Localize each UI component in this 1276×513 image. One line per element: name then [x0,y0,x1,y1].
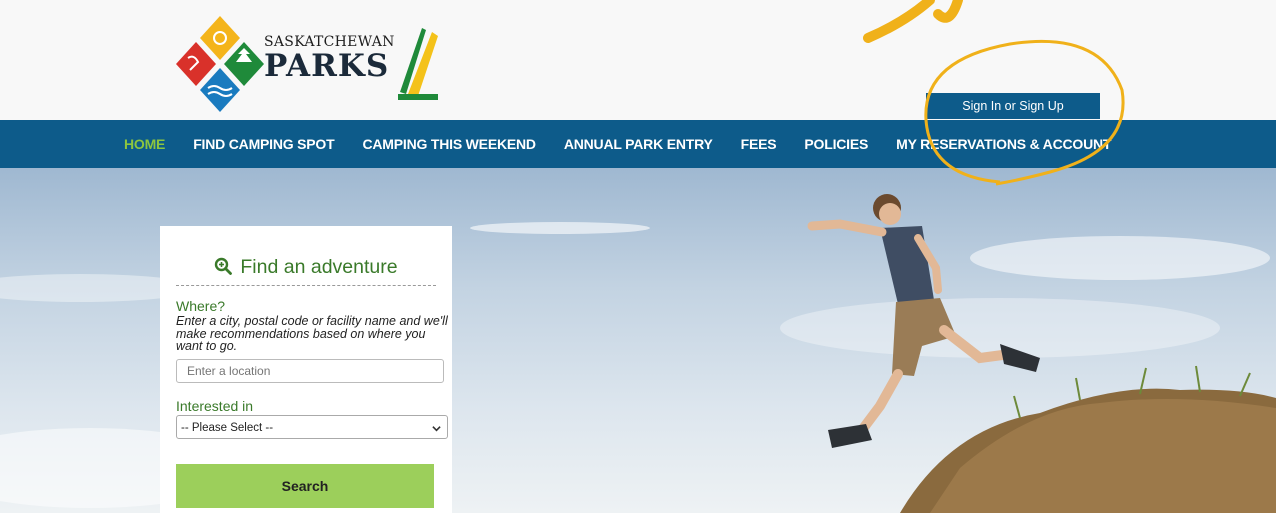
where-hint: Enter a city, postal code or facility na… [176,314,448,353]
sign-in-button[interactable]: Sign In or Sign Up [926,93,1100,119]
chevron-down-icon [432,426,441,432]
logo-line2: PARKS [264,48,390,84]
find-adventure-card: Find an adventure Where? Enter a city, p… [160,226,452,513]
search-button[interactable]: Search [176,464,434,508]
card-title-text: Find an adventure [240,256,398,278]
logo-flag-icon [398,28,438,100]
nav-item-camping-this-weekend[interactable]: CAMPING THIS WEEKEND [362,136,536,152]
main-nav: HOME FIND CAMPING SPOT CAMPING THIS WEEK… [0,120,1276,168]
where-label: Where? [176,298,226,314]
site-logo[interactable]: SASKATCHEWAN PARKS [160,14,440,114]
location-input[interactable] [176,359,444,383]
card-title: Find an adventure [160,256,452,279]
card-divider [176,285,436,286]
nav-item-policies[interactable]: POLICIES [804,136,868,152]
logo-wordmark: SASKATCHEWAN PARKS [264,34,395,82]
nav-item-fees[interactable]: FEES [741,136,777,152]
nav-item-home[interactable]: HOME [124,136,165,152]
nav-item-my-reservations[interactable]: MY RESERVATIONS & ACCOUNT [896,136,1111,152]
site-header: SASKATCHEWAN PARKS Sign In or Sign Up [0,0,1276,120]
interest-select-value: -- Please Select -- [181,422,274,434]
search-icon [215,257,233,275]
nav-item-annual-park-entry[interactable]: ANNUAL PARK ENTRY [564,136,713,152]
interested-label: Interested in [176,398,254,414]
nav-item-find-camping-spot[interactable]: FIND CAMPING SPOT [193,136,334,152]
interest-select[interactable]: -- Please Select -- [176,415,448,439]
saskatchewan-parks-logo-icon [176,16,264,112]
